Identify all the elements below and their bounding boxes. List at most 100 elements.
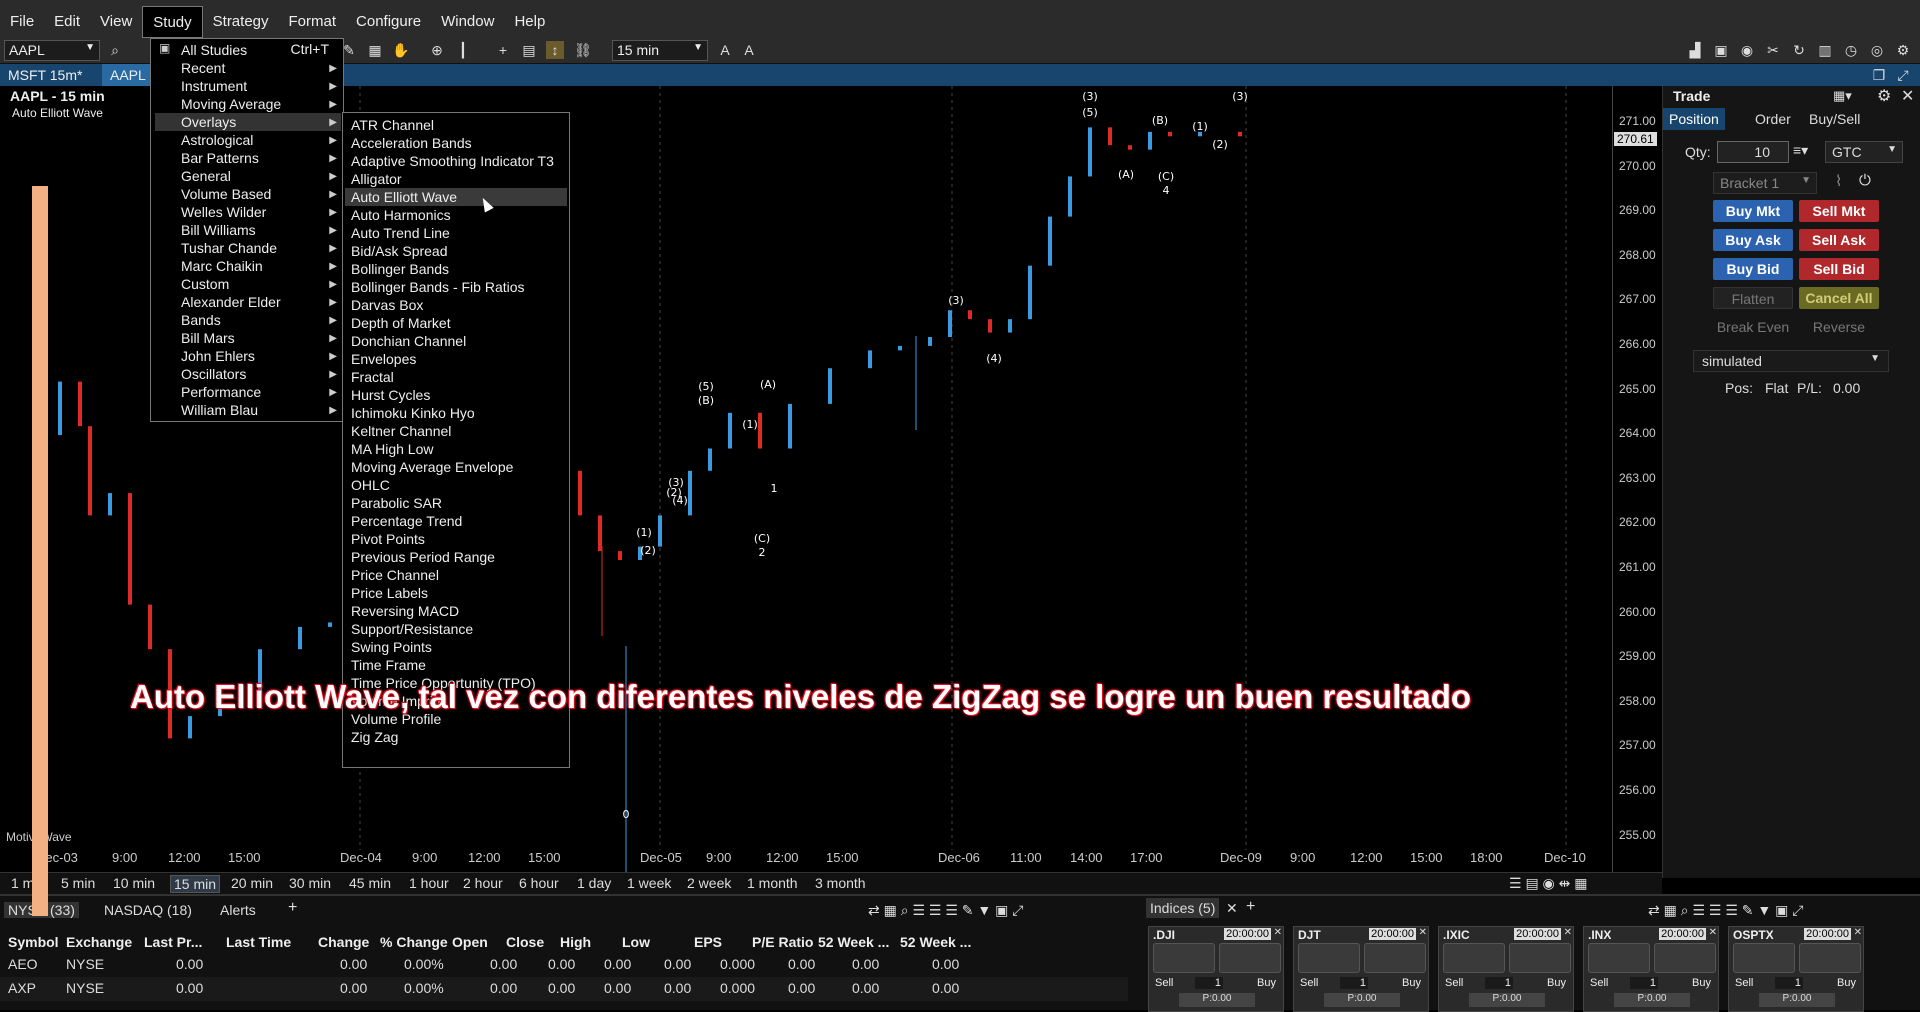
study-menu-item[interactable]: Performance — [181, 383, 261, 401]
gear-icon[interactable]: ⚙ — [1894, 41, 1912, 59]
tab-aapl[interactable]: AAPL — [102, 64, 154, 86]
scale-icon[interactable]: ↕ — [546, 41, 564, 59]
column-header[interactable]: High — [560, 934, 591, 950]
overlay-menu-item[interactable]: Moving Average Envelope — [351, 458, 513, 476]
attach-icon[interactable]: ⌇ — [1835, 172, 1842, 190]
overlay-menu-item[interactable]: OHLC — [351, 476, 390, 494]
column-header[interactable]: % Change — [380, 934, 448, 950]
calendar-icon[interactable]: ▦ — [366, 41, 384, 59]
watchlist-tools-icon[interactable]: ⇄ ▦ ⌕ ☰ ☰ ☰ ✎ ▼ ▣ ⤢ — [868, 902, 1023, 919]
overlay-menu-item[interactable]: Pivot Points — [351, 530, 425, 548]
column-header[interactable]: 52 Week ... — [818, 934, 889, 950]
study-label[interactable]: Auto Elliott Wave — [12, 106, 103, 120]
tif-select[interactable]: GTC ▼ — [1825, 141, 1903, 163]
overlay-menu-item[interactable]: Percentage Trend — [351, 512, 462, 530]
bar-size-combo[interactable]: 15 min ▼ — [612, 40, 708, 61]
overlay-menu-item[interactable]: Reversing MACD — [351, 602, 459, 620]
gear-icon[interactable]: ⚙ — [1877, 86, 1891, 106]
buy-mkt-button[interactable]: Buy Mkt — [1713, 200, 1793, 222]
overlay-menu-item[interactable]: Acceleration Bands — [351, 134, 472, 152]
crosshair-icon[interactable]: + — [494, 41, 512, 59]
search-icon[interactable]: ⌕ — [106, 41, 124, 59]
overlay-menu-item[interactable]: Zig Zag — [351, 728, 398, 746]
column-header[interactable]: Open — [452, 934, 488, 950]
sell-index-button[interactable] — [1733, 943, 1795, 973]
menu-window[interactable]: Window — [431, 6, 504, 38]
menu-edit[interactable]: Edit — [44, 6, 90, 38]
grid-icon[interactable]: ▥ — [1816, 41, 1834, 59]
layout-icon[interactable]: ▤ — [520, 41, 538, 59]
bar-size-option[interactable]: 30 min — [286, 875, 334, 891]
bar-size-option[interactable]: 2 week — [684, 875, 734, 891]
qty-input[interactable]: 1 — [1630, 977, 1658, 989]
study-menu-item[interactable]: Marc Chaikin — [181, 257, 263, 275]
overlay-menu-item[interactable]: ATR Channel — [351, 116, 434, 134]
link-icon[interactable]: ⛓ — [574, 41, 592, 59]
buy-index-button[interactable] — [1509, 943, 1571, 973]
study-menu-item[interactable]: Volume Based — [181, 185, 271, 203]
overlay-menu-item[interactable]: Price Channel — [351, 566, 439, 584]
overlay-menu-item[interactable]: Auto Elliott Wave — [345, 188, 567, 206]
menu-help[interactable]: Help — [504, 6, 555, 38]
buy-index-button[interactable] — [1219, 943, 1281, 973]
buy-index-button[interactable] — [1654, 943, 1716, 973]
qty-input[interactable]: 1 — [1195, 977, 1223, 989]
qty-input[interactable]: 1 — [1340, 977, 1368, 989]
study-menu-item[interactable]: Astrological — [181, 131, 253, 149]
menu-view[interactable]: View — [90, 6, 142, 38]
study-menu-item[interactable]: William Blau — [181, 401, 258, 419]
overlay-menu-item[interactable]: Darvas Box — [351, 296, 423, 314]
overlay-menu-item[interactable]: Bid/Ask Spread — [351, 242, 448, 260]
overlay-menu-item[interactable]: Keltner Channel — [351, 422, 451, 440]
overlay-menu-item[interactable]: Support/Resistance — [351, 620, 473, 638]
tab-msft[interactable]: MSFT 15m* — [0, 64, 90, 86]
tools-icon[interactable]: ✂ — [1764, 41, 1782, 59]
study-menu-item[interactable]: Welles Wilder — [181, 203, 266, 221]
column-header[interactable]: Close — [506, 934, 544, 950]
buy-index-button[interactable] — [1364, 943, 1426, 973]
overlay-menu-item[interactable]: Previous Period Range — [351, 548, 495, 566]
index-card[interactable]: OSPTX 20:00:00 ✕ Sell 1 Buy P:0.00 — [1728, 926, 1864, 1012]
account-select[interactable]: simulated ▼ — [1693, 350, 1889, 372]
overlay-menu-item[interactable]: Bollinger Bands — [351, 260, 449, 278]
font-icon[interactable]: A — [716, 41, 734, 59]
font-small-icon[interactable]: A — [740, 41, 758, 59]
buy-bid-button[interactable]: Buy Bid — [1713, 258, 1793, 280]
qty-input[interactable]: 1 — [1775, 977, 1803, 989]
chart-tools-icon[interactable]: ☰ ▤ ◉ ⇹ ▦ — [1506, 875, 1591, 892]
bar-size-option[interactable]: 10 min — [110, 875, 158, 891]
study-menu-item[interactable]: Recent — [181, 59, 225, 77]
overlay-menu-item[interactable]: Auto Harmonics — [351, 206, 451, 224]
study-menu-item[interactable]: Alexander Elder — [181, 293, 281, 311]
tab-nasdaq[interactable]: NASDAQ (18) — [104, 902, 192, 918]
index-card[interactable]: .INX 20:00:00 ✕ Sell 1 Buy P:0.00 — [1583, 926, 1719, 1012]
bar-size-option[interactable]: 2 hour — [460, 875, 506, 891]
overlay-menu-item[interactable]: Ichimoku Kinko Hyo — [351, 404, 475, 422]
bar-size-option[interactable]: 1 month — [744, 875, 801, 891]
overlay-menu-item[interactable]: Alligator — [351, 170, 402, 188]
qty-input[interactable]: 1 — [1485, 977, 1513, 989]
index-card[interactable]: DJT 20:00:00 ✕ Sell 1 Buy P:0.00 — [1293, 926, 1429, 1012]
tab-indices[interactable]: Indices (5) — [1146, 898, 1220, 918]
tab-order[interactable]: Order — [1749, 108, 1797, 130]
column-header[interactable]: Last Time — [226, 934, 291, 950]
sell-index-button[interactable] — [1298, 943, 1360, 973]
index-card[interactable]: .DJI 20:00:00 ✕ Sell 1 Buy P:0.00 — [1148, 926, 1284, 1012]
close-icon[interactable]: ✕ — [1854, 927, 1862, 938]
study-menu-item[interactable]: Overlays — [155, 113, 341, 131]
column-header[interactable]: Exchange — [66, 934, 132, 950]
menu-configure[interactable]: Configure — [346, 6, 431, 38]
window-icon[interactable]: ▣ — [1712, 41, 1730, 59]
clock-icon[interactable]: ◷ — [1842, 41, 1860, 59]
qty-input[interactable]: 10 — [1717, 141, 1789, 163]
menu-format[interactable]: Format — [279, 6, 347, 38]
add-icon[interactable]: + — [1246, 898, 1255, 916]
restore-icon[interactable]: ❐ — [1870, 66, 1888, 84]
bar-size-option[interactable]: 1 week — [624, 875, 674, 891]
price-axis[interactable]: 271.00 270.00 269.00 268.00 267.00 266.00 265.… — [1612, 86, 1662, 878]
palette-icon[interactable]: ◉ — [1738, 41, 1756, 59]
study-menu-item[interactable]: All Studies — [181, 41, 247, 59]
study-menu-item[interactable]: Moving Average — [181, 95, 281, 113]
overlay-menu-item[interactable]: Auto Trend Line — [351, 224, 450, 242]
close-icon[interactable]: ✕ — [1274, 927, 1282, 938]
